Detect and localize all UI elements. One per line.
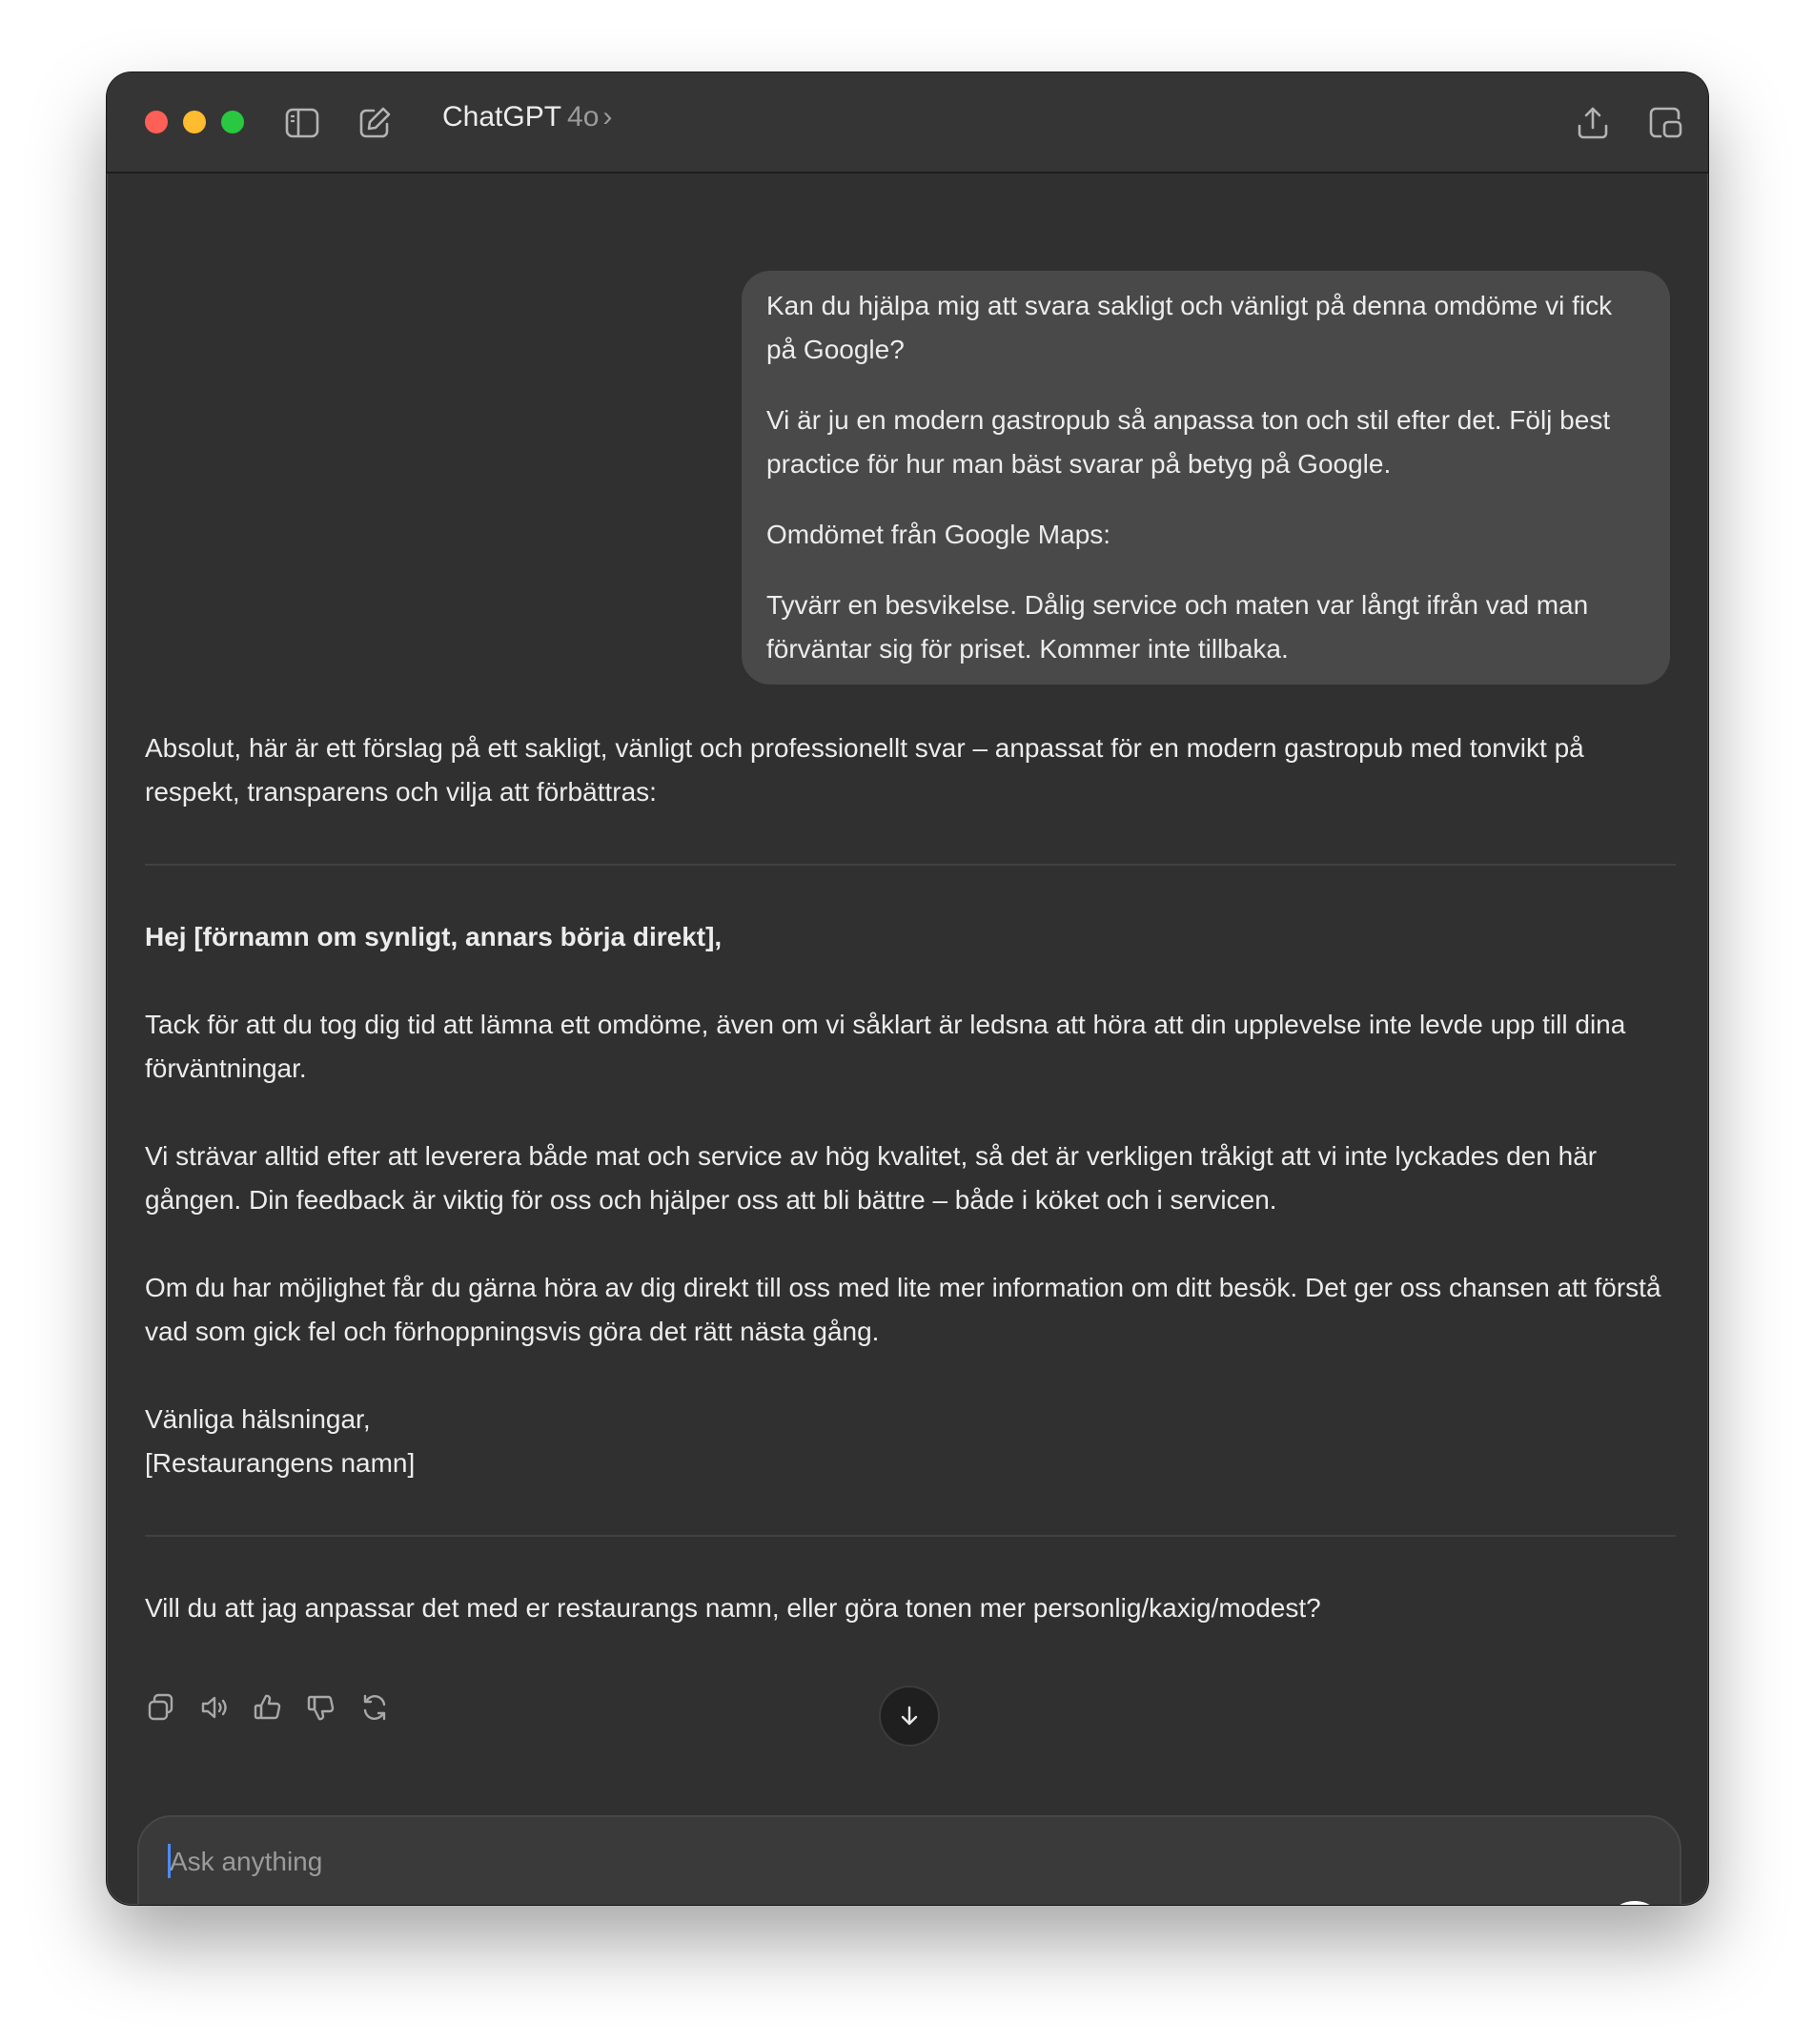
user-message-paragraph: Omdömet från Google Maps: [766,520,1111,549]
model-label: 4o [567,101,600,133]
reply-greeting: Hej [förnamn om synligt, annars börja di… [145,922,723,951]
regenerate-icon[interactable] [358,1691,391,1724]
reply-signoff: Vänliga hälsningar, [145,1404,371,1434]
model-selector[interactable]: ChatGPT 4o › [442,101,612,133]
user-message-paragraph: Tyvärr en besvikelse. Dålig service och … [766,590,1589,664]
zoom-window-button[interactable] [221,111,244,133]
chevron-right-icon: › [602,101,613,133]
composer: 4o [137,1815,1681,1905]
share-icon[interactable] [1575,105,1611,141]
new-chat-icon[interactable] [356,105,393,141]
voice-mode-button[interactable] [1603,1901,1666,1905]
message-actions [145,1691,391,1724]
thumbs-down-icon[interactable] [305,1691,337,1724]
user-message-bubble: Kan du hjälpa mig att svara sakligt och … [742,271,1670,685]
sidebar-toggle-icon[interactable] [284,105,320,141]
user-message-paragraph: Vi är ju en modern gastropub så anpassa … [766,405,1611,479]
divider [145,864,1676,866]
scroll-to-bottom-button[interactable] [879,1686,940,1747]
assistant-message: Absolut, här är ett förslag på ett sakli… [145,726,1676,1630]
minimize-window-button[interactable] [183,111,206,133]
reply-paragraph: Vi strävar alltid efter att leverera båd… [145,1141,1598,1215]
read-aloud-icon[interactable] [198,1691,231,1724]
user-message-paragraph: Kan du hjälpa mig att svara sakligt och … [766,291,1613,364]
reply-paragraph: Om du har möjlighet får du gärna höra av… [145,1273,1661,1346]
divider [145,1535,1676,1537]
title-bar: ChatGPT 4o › [107,72,1708,174]
app-window: ChatGPT 4o › Kan du hjälpa mig att svara s… [107,72,1708,1905]
reply-signature: [Restaurangens namn] [145,1448,416,1478]
reply-paragraph: Tack för att du tog dig tid att lämna et… [145,1010,1626,1083]
assistant-followup: Vill du att jag anpassar det med er rest… [145,1593,1321,1623]
message-input[interactable] [168,1840,1506,1884]
close-window-button[interactable] [145,111,168,133]
app-title: ChatGPT [442,101,562,133]
conversation: Kan du hjälpa mig att svara sakligt och … [107,174,1708,1905]
compact-window-icon[interactable] [1647,105,1683,141]
arrow-down-icon [901,1706,918,1726]
thumbs-up-icon[interactable] [252,1691,284,1724]
assistant-intro: Absolut, här är ett förslag på ett sakli… [145,733,1584,807]
copy-icon[interactable] [145,1691,177,1724]
